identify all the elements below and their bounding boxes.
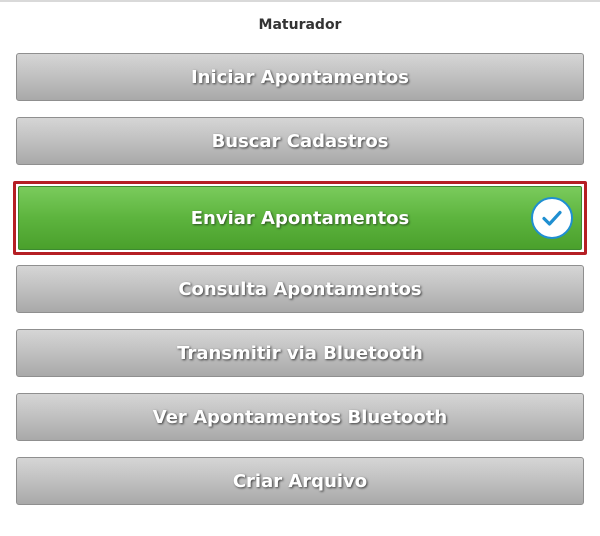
ver-apontamentos-bluetooth-button[interactable]: Ver Apontamentos Bluetooth: [16, 393, 584, 441]
main-menu: Iniciar Apontamentos Buscar Cadastros En…: [13, 53, 587, 521]
enviar-apontamentos-button[interactable]: Enviar Apontamentos: [18, 186, 582, 250]
check-circle-icon: [531, 197, 573, 239]
iniciar-apontamentos-button[interactable]: Iniciar Apontamentos: [16, 53, 584, 101]
top-divider: [0, 0, 600, 2]
page-title: Maturador: [258, 17, 342, 33]
consulta-apontamentos-button[interactable]: Consulta Apontamentos: [16, 265, 584, 313]
criar-arquivo-button[interactable]: Criar Arquivo: [16, 457, 584, 505]
buscar-cadastros-button[interactable]: Buscar Cadastros: [16, 117, 584, 165]
transmitir-bluetooth-button[interactable]: Transmitir via Bluetooth: [16, 329, 584, 377]
iniciar-apontamentos-label: Iniciar Apontamentos: [190, 66, 410, 88]
transmitir-bluetooth-label: Transmitir via Bluetooth: [177, 342, 423, 364]
consulta-apontamentos-label: Consulta Apontamentos: [178, 278, 422, 300]
criar-arquivo-label: Criar Arquivo: [232, 470, 368, 492]
enviar-apontamentos-label: Enviar Apontamentos: [190, 207, 410, 229]
ver-apontamentos-bluetooth-label: Ver Apontamentos Bluetooth: [152, 406, 448, 428]
enviar-apontamentos-selection-frame: Enviar Apontamentos: [13, 181, 587, 255]
buscar-cadastros-label: Buscar Cadastros: [211, 130, 389, 152]
